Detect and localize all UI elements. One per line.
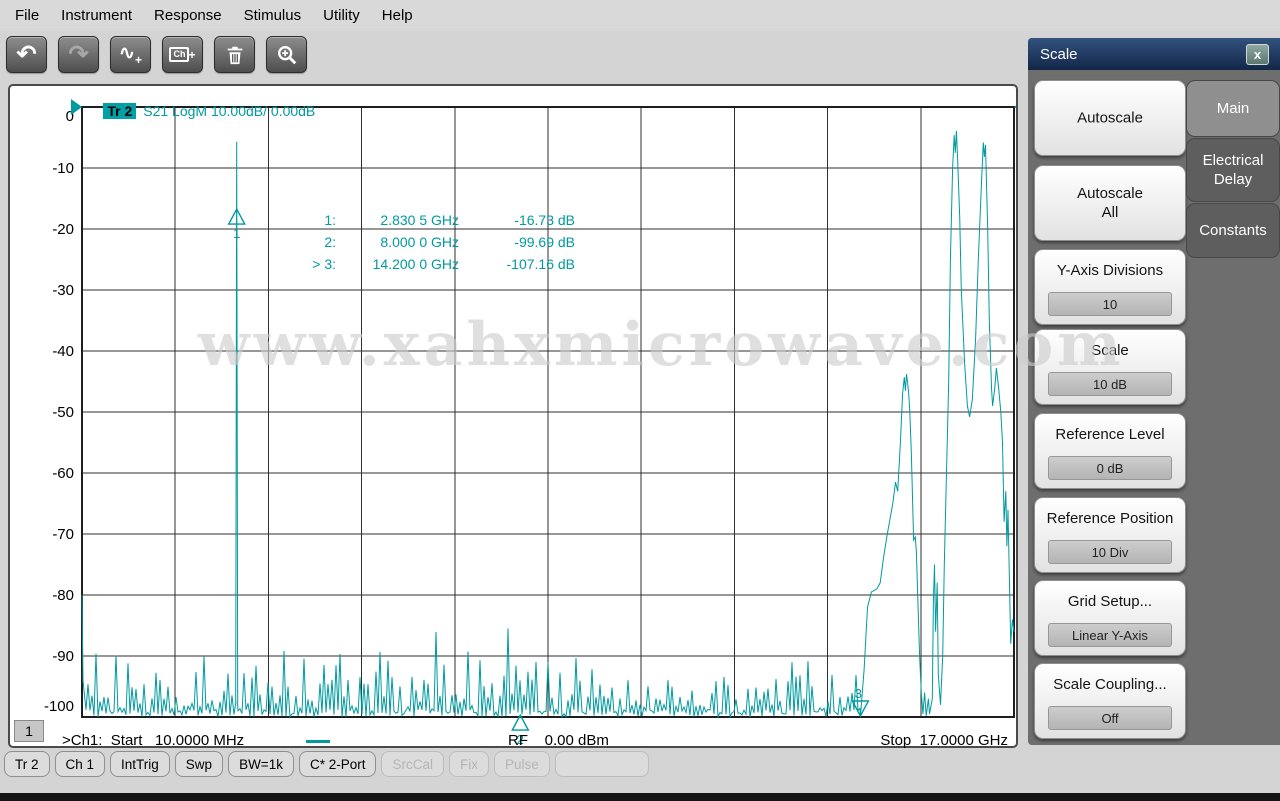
menu-instrument[interactable]: Instrument xyxy=(50,7,143,24)
marker-readout-1-freq: 2.830 5 GHz xyxy=(380,212,459,228)
marker-readout-1-value: -16.73 dB xyxy=(514,212,575,228)
panel-value-y-axis-divisions: 10 xyxy=(1048,292,1172,316)
trace-settings-label: S21 LogM 10.00dB/ 0.00dB xyxy=(143,103,315,119)
panel-button-y-axis-divisions[interactable]: Y-Axis Divisions 10 xyxy=(1034,249,1186,325)
marker-3-label: 3 xyxy=(855,686,862,701)
toolbar: ↶ ↷ ∿+ Ch+ xyxy=(6,36,307,73)
panel-value-reference-position: 10 Div xyxy=(1048,540,1172,564)
statusbar-button-fix: Fix xyxy=(449,751,489,777)
undo-icon[interactable]: ↶ xyxy=(6,36,47,73)
y-axis-tick: -70 xyxy=(52,526,74,543)
panel-value-scale: 10 dB xyxy=(1048,372,1172,396)
tab-electrical-delay[interactable]: ElectricalDelay xyxy=(1186,138,1280,202)
statusbar-button-swp[interactable]: Swp xyxy=(175,751,223,777)
close-icon[interactable]: x xyxy=(1246,44,1269,65)
panel-button-scale[interactable]: Scale 10 dB xyxy=(1034,329,1186,405)
y-axis-tick: -40 xyxy=(52,343,74,360)
menu-response[interactable]: Response xyxy=(143,7,233,24)
panel-button-reference-position[interactable]: Reference Position 10 Div xyxy=(1034,497,1186,573)
sweep-stop-label: Stop 17.0000 GHz xyxy=(880,732,1008,749)
window-bottom-edge xyxy=(0,793,1280,801)
panel-value-reference-level: 0 dB xyxy=(1048,456,1172,480)
panel-title: Scale xyxy=(1040,46,1078,63)
zoom-in-icon[interactable] xyxy=(266,36,307,73)
marker-readout-2-freq: 8.000 0 GHz xyxy=(380,234,459,250)
panel-button-label: Reference Level xyxy=(1035,425,1185,444)
marker-readout-2-value: -99.69 dB xyxy=(514,234,575,250)
add-trace-icon[interactable]: ∿+ xyxy=(110,36,151,73)
stimulus-status-line: >Ch1: Start 10.0000 MHz RF 0.00 dBm Stop… xyxy=(10,732,1016,750)
marker-readout-3-freq: 14.200 0 GHz xyxy=(373,256,459,272)
panel-button-autoscale[interactable]: Autoscale xyxy=(1034,80,1186,156)
status-button-bar: Tr 2Ch 1IntTrigSwpBW=1kC* 2-PortSrcCalFi… xyxy=(0,751,1028,777)
panel-button-autoscale-all[interactable]: AutoscaleAll xyxy=(1034,165,1186,241)
menu-help[interactable]: Help xyxy=(371,7,424,24)
y-axis-tick: -100 xyxy=(44,698,74,715)
panel-button-label: Scale Coupling... xyxy=(1035,675,1185,694)
marker-1-label: 1 xyxy=(233,226,240,241)
panel-value-grid-setup: Linear Y-Axis xyxy=(1048,623,1172,647)
measurement-graph: 0-10-20-30-40-50-60-70-80-90-1001231:2.8… xyxy=(10,86,1016,746)
plot-area: 0-10-20-30-40-50-60-70-80-90-1001231:2.8… xyxy=(8,84,1018,748)
y-axis-tick: -10 xyxy=(52,160,74,177)
panel-button-label: Reference Position xyxy=(1035,509,1185,528)
y-axis-tick: -30 xyxy=(52,282,74,299)
statusbar-button-srccal: SrcCal xyxy=(381,751,444,777)
panel-button-reference-level[interactable]: Reference Level 0 dB xyxy=(1034,413,1186,489)
trace-selector-tr2[interactable]: Tr 2 xyxy=(103,103,136,119)
tab-constants[interactable]: Constants xyxy=(1186,203,1280,258)
y-axis-tick: -60 xyxy=(52,465,74,482)
statusbar-button-pulse: Pulse xyxy=(494,751,550,777)
statusbar-button-tr-2[interactable]: Tr 2 xyxy=(4,751,50,777)
panel-button-label: Autoscale xyxy=(1035,109,1185,128)
redo-icon: ↷ xyxy=(58,36,99,73)
vna-application-window: FileInstrumentResponseStimulusUtilityHel… xyxy=(0,0,1280,801)
panel-button-grid-setup[interactable]: Grid Setup... Linear Y-Axis xyxy=(1034,580,1186,656)
y-axis-tick: -90 xyxy=(52,648,74,665)
add-channel-icon[interactable]: Ch+ xyxy=(162,36,203,73)
scale-panel-titlebar: Scale x xyxy=(1028,38,1280,70)
statusbar-button-c-2-port[interactable]: C* 2-Port xyxy=(299,751,377,777)
trace-color-indicator xyxy=(306,740,330,743)
menu-utility[interactable]: Utility xyxy=(312,7,371,24)
rf-power-label: RF 0.00 dBm xyxy=(508,732,609,749)
panel-value-scale-coupling: Off xyxy=(1048,706,1172,730)
marker-readout-1-id: 1: xyxy=(324,212,336,228)
panel-button-label: Y-Axis Divisions xyxy=(1035,261,1185,280)
trace-header: Tr 2 S21 LogM 10.00dB/ 0.00dB xyxy=(80,87,315,135)
menu-bar: FileInstrumentResponseStimulusUtilityHel… xyxy=(0,0,1280,31)
statusbar-button-empty xyxy=(555,751,649,777)
statusbar-button-inttrig[interactable]: IntTrig xyxy=(110,751,170,777)
tab-main[interactable]: Main xyxy=(1186,80,1280,137)
channel-number-badge: 1 xyxy=(14,720,44,742)
y-axis-tick: -50 xyxy=(52,404,74,421)
panel-button-label: Scale xyxy=(1035,341,1185,360)
scale-panel: Scale x Autoscale AutoscaleAll Y-Axis Divi… xyxy=(1028,38,1280,745)
panel-button-label: Grid Setup... xyxy=(1035,592,1185,611)
panel-button-label: AutoscaleAll xyxy=(1035,184,1185,222)
statusbar-button-bw-1k[interactable]: BW=1k xyxy=(228,751,294,777)
menu-stimulus[interactable]: Stimulus xyxy=(233,7,313,24)
marker-readout-3-value: -107.16 dB xyxy=(507,256,576,272)
marker-readout-2-id: 2: xyxy=(324,234,336,250)
menu-file[interactable]: File xyxy=(4,7,50,24)
statusbar-button-ch-1[interactable]: Ch 1 xyxy=(55,751,106,777)
sweep-start-label: >Ch1: Start 10.0000 MHz xyxy=(62,732,244,749)
y-axis-tick: -20 xyxy=(52,221,74,238)
y-axis-tick: -80 xyxy=(52,587,74,604)
delete-icon[interactable] xyxy=(214,36,255,73)
panel-button-scale-coupling[interactable]: Scale Coupling... Off xyxy=(1034,663,1186,739)
marker-readout-3-id: > 3: xyxy=(312,256,336,272)
